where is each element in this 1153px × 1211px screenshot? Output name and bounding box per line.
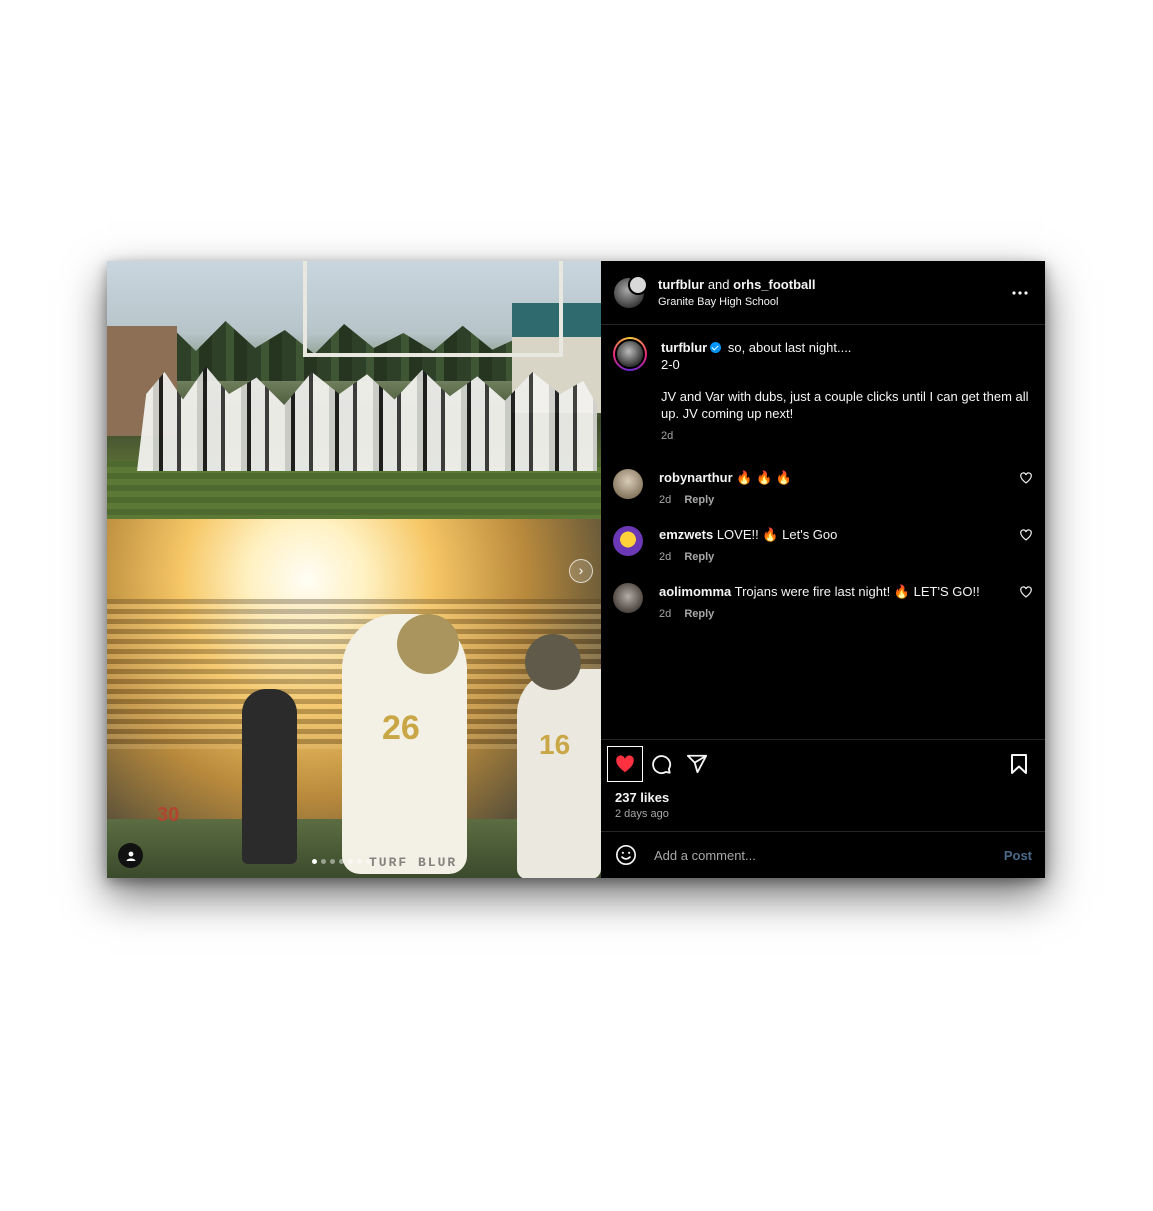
commenter-avatar[interactable] <box>613 469 643 499</box>
author-avatar[interactable] <box>614 274 648 308</box>
comment-time[interactable]: 2d <box>659 494 671 506</box>
post-dialog: 26 16 30 › TURF BLUR turfblur and orhs_f… <box>107 261 1045 878</box>
carousel-next-button[interactable]: › <box>569 559 593 583</box>
caption-line1: so, about last night.... <box>727 340 852 355</box>
verified-badge-icon <box>710 342 722 353</box>
bookmark-icon <box>1011 754 1027 774</box>
carousel-dot <box>348 859 353 864</box>
comments-list[interactable]: turfblur so, about last night.... 2-0 JV… <box>601 325 1045 739</box>
comment-composer: Post <box>601 831 1045 878</box>
tagged-users-button[interactable] <box>118 843 143 868</box>
post-media-carousel[interactable]: 26 16 30 › TURF BLUR <box>107 261 601 878</box>
caption: turfblur so, about last night.... 2-0 JV… <box>613 337 1033 445</box>
send-icon <box>686 754 708 774</box>
share-button[interactable] <box>679 746 715 782</box>
comment-username[interactable]: emzwets <box>659 527 713 542</box>
likes-count[interactable]: 237 likes <box>615 790 1037 805</box>
caption-body: JV and Var with dubs, just a couple clic… <box>661 389 1029 421</box>
carousel-dot <box>321 859 326 864</box>
photo-players-running: 26 16 30 <box>107 519 601 878</box>
more-icon <box>1012 290 1028 295</box>
comment-like-icon[interactable] <box>1019 585 1033 599</box>
photo-team-entrance <box>107 261 601 519</box>
reply-button[interactable]: Reply <box>684 551 714 563</box>
comment-text: Trojans were fire last night! 🔥 LET'S GO… <box>734 584 980 599</box>
author-username[interactable]: turfblur <box>658 277 704 292</box>
caption-avatar[interactable] <box>613 337 647 371</box>
comment-item: aolimomma Trojans were fire last night! … <box>613 583 1033 623</box>
post-header: turfblur and orhs_football Granite Bay H… <box>601 261 1045 325</box>
caption-line2: 2-0 <box>661 357 680 372</box>
post-date[interactable]: 2 days ago <box>615 808 1037 820</box>
comment-button[interactable] <box>643 746 679 782</box>
comment-text: 🔥 🔥 🔥 <box>736 470 793 485</box>
comment-time[interactable]: 2d <box>659 608 671 620</box>
comment-username[interactable]: robynarthur <box>659 470 733 485</box>
save-button[interactable] <box>1001 746 1037 782</box>
comment-username[interactable]: aolimomma <box>659 584 731 599</box>
carousel-dot <box>339 859 344 864</box>
like-button[interactable] <box>607 746 643 782</box>
comment-input[interactable] <box>652 846 1004 864</box>
carousel-dot <box>357 859 362 864</box>
comment-item: emzwets LOVE!! 🔥 Let's Goo 2d Reply <box>613 526 1033 566</box>
comment-like-icon[interactable] <box>1019 528 1033 542</box>
carousel-dot <box>330 859 335 864</box>
comment-item: robynarthur 🔥 🔥 🔥 2d Reply <box>613 469 1033 509</box>
caption-username[interactable]: turfblur <box>661 340 707 355</box>
comment-text: LOVE!! 🔥 Let's Goo <box>716 527 838 542</box>
caption-time[interactable]: 2d <box>661 430 673 442</box>
media-watermark: TURF BLUR <box>369 855 458 870</box>
more-options-button[interactable] <box>1008 281 1032 305</box>
person-icon <box>126 851 135 861</box>
collaborator-username[interactable]: orhs_football <box>733 277 815 292</box>
carousel-indicator <box>312 859 371 864</box>
comment-like-icon[interactable] <box>1019 471 1033 485</box>
post-actions: 237 likes 2 days ago <box>601 739 1045 831</box>
emoji-icon[interactable] <box>615 844 637 866</box>
commenter-avatar[interactable] <box>613 583 643 613</box>
reply-button[interactable]: Reply <box>684 494 714 506</box>
collab-joiner: and <box>704 276 734 292</box>
post-location[interactable]: Granite Bay High School <box>658 295 1008 310</box>
comment-icon <box>652 755 672 775</box>
reply-button[interactable]: Reply <box>684 608 714 620</box>
heart-filled-icon <box>616 755 634 773</box>
post-side-panel: turfblur and orhs_football Granite Bay H… <box>601 261 1045 878</box>
post-comment-button[interactable]: Post <box>1004 848 1032 863</box>
carousel-dot <box>312 859 317 864</box>
comment-time[interactable]: 2d <box>659 551 671 563</box>
commenter-avatar[interactable] <box>613 526 643 556</box>
